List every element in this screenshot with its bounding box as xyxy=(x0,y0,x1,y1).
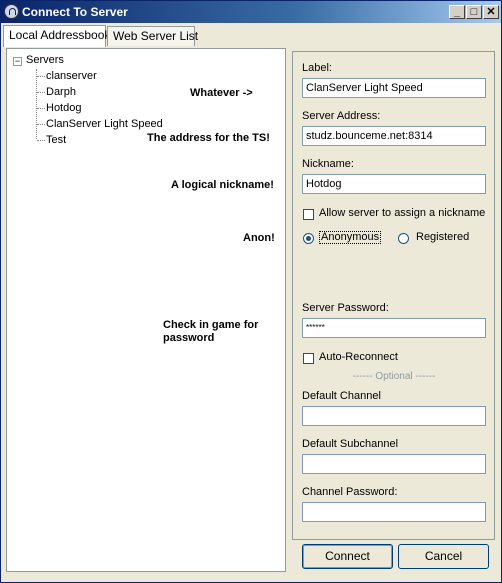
server-password-field[interactable]: ****** xyxy=(302,318,486,338)
annotation-anon: Anon! xyxy=(243,232,275,244)
allow-assign-nickname-label[interactable]: Allow server to assign a nickname xyxy=(319,207,485,219)
tree-connector-line xyxy=(36,69,37,139)
annotation-label: Whatever -> xyxy=(190,87,253,99)
close-button[interactable]: ✕ xyxy=(483,5,499,19)
anonymous-label[interactable]: Anonymous xyxy=(319,231,382,244)
collapse-toggle-icon[interactable]: − xyxy=(13,57,22,66)
channel-password-caption: Channel Password: xyxy=(302,486,398,498)
default-subchannel-field[interactable] xyxy=(302,454,486,474)
server-address-field[interactable]: studz.bounceme.net:8314 xyxy=(302,126,486,146)
server-tree[interactable]: − Servers clanserver Darph Hotdog ClanSe… xyxy=(6,48,286,572)
anonymous-radio[interactable] xyxy=(303,233,314,244)
tree-connector-line xyxy=(37,92,45,93)
tree-connector-line xyxy=(37,76,45,77)
connect-button[interactable]: Connect xyxy=(302,544,393,569)
tree-item-darph[interactable]: Darph xyxy=(46,86,76,98)
annotation-password-line1: Check in game for xyxy=(163,319,259,331)
label-field[interactable]: ClanServer Light Speed xyxy=(302,78,486,98)
tree-item-clanserver-light-speed[interactable]: ClanServer Light Speed xyxy=(46,118,163,130)
server-address-caption: Server Address: xyxy=(302,110,381,122)
nickname-caption: Nickname: xyxy=(302,158,354,170)
tree-connector-line xyxy=(37,108,45,109)
annotation-address: The address for the TS! xyxy=(147,132,270,144)
maximize-button[interactable]: □ xyxy=(466,5,482,19)
connect-to-server-window: Connect To Server _ □ ✕ Local Addressboo… xyxy=(0,0,502,583)
window-title: Connect To Server xyxy=(22,5,128,19)
tree-root-servers[interactable]: Servers xyxy=(26,54,64,66)
default-channel-field[interactable] xyxy=(302,406,486,426)
registered-label[interactable]: Registered xyxy=(416,231,469,243)
minimize-button[interactable]: _ xyxy=(449,5,465,19)
channel-password-field[interactable] xyxy=(302,502,486,522)
optional-separator: ------ Optional ------ xyxy=(352,371,436,382)
label-caption: Label: xyxy=(302,62,332,74)
default-channel-caption: Default Channel xyxy=(302,390,381,402)
title-bar[interactable]: Connect To Server _ □ ✕ xyxy=(1,1,501,23)
nickname-field[interactable]: Hotdog xyxy=(302,174,486,194)
auto-reconnect-label[interactable]: Auto-Reconnect xyxy=(319,351,398,363)
headset-app-icon xyxy=(4,4,19,19)
tree-item-hotdog[interactable]: Hotdog xyxy=(46,102,81,114)
allow-assign-nickname-checkbox[interactable] xyxy=(303,209,314,220)
tree-connector-line xyxy=(37,140,45,141)
tab-local-addressbook[interactable]: Local Addressbook xyxy=(3,25,110,47)
auto-reconnect-checkbox[interactable] xyxy=(303,353,314,364)
tree-item-test[interactable]: Test xyxy=(46,134,66,146)
tree-connector-line xyxy=(37,124,45,125)
tree-item-clanserver[interactable]: clanserver xyxy=(46,70,97,82)
server-password-caption: Server Password: xyxy=(302,302,389,314)
annotation-nickname: A logical nickname! xyxy=(171,179,274,191)
tab-web-server-list[interactable]: Web Server List xyxy=(107,26,198,46)
registered-radio[interactable] xyxy=(398,233,409,244)
cancel-button[interactable]: Cancel xyxy=(398,544,489,569)
annotation-password-line2: password xyxy=(163,332,215,344)
default-subchannel-caption: Default Subchannel xyxy=(302,438,399,450)
